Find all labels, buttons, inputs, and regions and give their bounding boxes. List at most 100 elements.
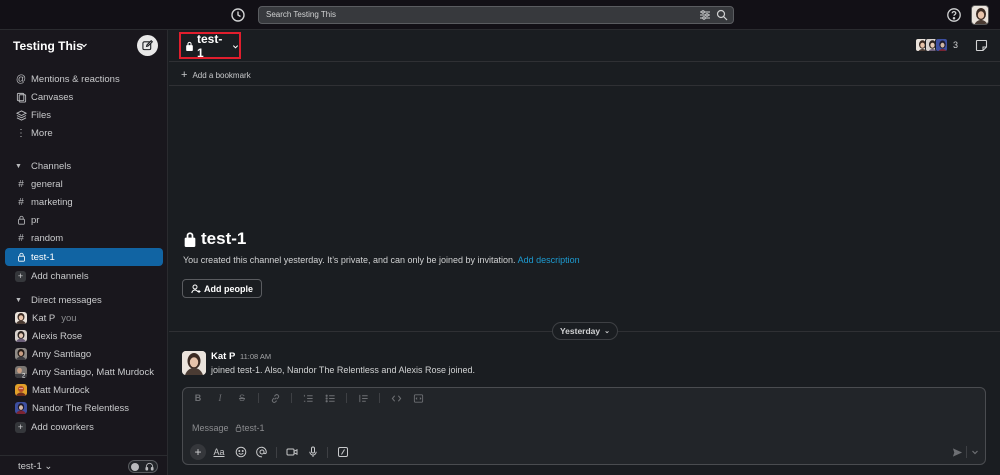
lock-icon (235, 424, 242, 434)
channel-name: marketing (31, 196, 73, 208)
add-channels-label: Add channels (31, 270, 89, 282)
footer-channel-switcher[interactable]: test-1 ⌄ (18, 461, 52, 472)
add-bookmark-button[interactable]: + Add a bookmark (181, 69, 251, 81)
channel-title-button[interactable]: test-1 (179, 31, 241, 60)
member-list-button[interactable]: 3 (915, 38, 958, 52)
add-description-link[interactable]: Add description (518, 255, 580, 265)
composer-tools: + Aa (190, 444, 357, 460)
sidebar-item-marketing[interactable]: # marketing (5, 193, 163, 211)
message-composer: B I S Message test-1 + Aa (182, 387, 986, 465)
code-block-icon[interactable] (412, 392, 424, 404)
composer-placeholder-channel: test-1 (242, 423, 265, 433)
message-author[interactable]: Kat P (211, 351, 235, 362)
avatar (15, 312, 27, 324)
add-people-label: Add people (204, 283, 253, 294)
bullet-list-icon[interactable] (324, 392, 336, 404)
sidebar-item-pr[interactable]: pr (5, 211, 163, 229)
channel-name: test-1 (31, 251, 55, 263)
dm-item-amy-santiago[interactable]: Amy Santiago (5, 345, 163, 363)
chevron-down-icon: ⌄ (44, 461, 53, 472)
bold-icon[interactable]: B (192, 392, 204, 404)
plus-icon: + (15, 421, 26, 433)
workspace-header[interactable]: Testing This (0, 30, 168, 62)
add-channels-button[interactable]: + Add channels (5, 267, 163, 285)
toggle-knob (131, 463, 139, 471)
at-icon: @ (15, 73, 27, 85)
canvas-icon[interactable] (975, 39, 988, 52)
send-icon[interactable] (952, 447, 963, 458)
sidebar-item-more[interactable]: ⋮ More (5, 124, 163, 142)
dm-item-nandor[interactable]: Nandor The Relentless (5, 399, 163, 417)
quote-icon[interactable] (357, 392, 369, 404)
mention-icon[interactable] (255, 446, 268, 459)
dm-item-group[interactable]: 2 Amy Santiago, Matt Murdock (5, 363, 163, 381)
channels-section-header[interactable]: ▼ Channels (5, 157, 163, 175)
avatar (15, 402, 27, 414)
dm-item-alexis-rose[interactable]: Alexis Rose (5, 327, 163, 345)
user-avatar[interactable] (971, 5, 989, 25)
strikethrough-icon[interactable]: S (236, 392, 248, 404)
composer-placeholder: Message (192, 423, 229, 433)
more-icon: ⋮ (16, 127, 26, 139)
sidebar-item-canvases[interactable]: Canvases (5, 88, 163, 106)
chevron-down-icon (80, 41, 88, 49)
dm-item-kat-p[interactable]: Kat P you (5, 309, 163, 327)
channel-title: test-1 (197, 31, 223, 60)
sidebar: Testing This @ Mentions & reactions Canv… (0, 30, 168, 475)
formatting-toolbar: B I S (183, 388, 985, 408)
emoji-icon[interactable] (234, 446, 247, 459)
channel-intro-text: You created this channel yesterday. It’s… (183, 255, 580, 265)
sidebar-item-random[interactable]: # random (5, 229, 163, 247)
hash-icon: # (18, 232, 24, 244)
lock-icon (185, 41, 194, 51)
divider (966, 446, 967, 458)
sidebar-item-test-1[interactable]: test-1 (5, 248, 163, 266)
microphone-icon[interactable] (306, 446, 319, 459)
search-filter-icon[interactable] (699, 9, 711, 21)
attach-plus-button[interactable]: + (190, 444, 206, 460)
message-avatar[interactable] (182, 351, 206, 375)
history-icon[interactable] (230, 7, 246, 23)
divider (327, 446, 328, 458)
channel-name: general (31, 178, 63, 190)
sidebar-item-files[interactable]: Files (5, 106, 163, 124)
dm-section-header[interactable]: ▼ Direct messages (5, 291, 163, 309)
channel-name: pr (31, 214, 40, 226)
chevron-down-icon[interactable] (971, 448, 979, 456)
avatar (15, 384, 27, 396)
date-label: Yesterday (559, 326, 601, 336)
search-bar[interactable]: Search Testing This (258, 6, 734, 24)
add-people-button[interactable]: Add people (182, 279, 262, 298)
workspace-name[interactable]: Testing This (13, 39, 83, 53)
ordered-list-icon[interactable] (302, 392, 314, 404)
top-bar: Search Testing This (0, 0, 1000, 30)
divider (379, 393, 380, 403)
help-icon[interactable] (946, 7, 962, 23)
add-coworkers-button[interactable]: + Add coworkers (5, 418, 163, 436)
bookmark-label: Add a bookmark (192, 70, 251, 80)
sidebar-item-label: More (31, 127, 53, 139)
channel-name: random (31, 232, 64, 244)
sidebar-item-label: Files (31, 109, 52, 121)
section-label: Direct messages (31, 294, 102, 306)
sidebar-item-mentions[interactable]: @ Mentions & reactions (5, 70, 163, 88)
slash-command-icon[interactable] (336, 446, 349, 459)
dm-item-matt-murdock[interactable]: Matt Murdock (5, 381, 163, 399)
code-icon[interactable] (390, 392, 402, 404)
dm-name: Nandor The Relentless (32, 402, 129, 414)
sidebar-item-general[interactable]: # general (5, 175, 163, 193)
date-divider-button[interactable]: Yesterday ⌄ (552, 322, 618, 340)
member-count: 3 (953, 40, 959, 50)
message-timestamp[interactable]: 11:08 AM (240, 352, 271, 361)
search-icon[interactable] (716, 9, 728, 21)
files-icon (15, 109, 27, 121)
message-input[interactable]: Message test-1 (192, 423, 265, 434)
divider (291, 393, 292, 403)
compose-button[interactable] (137, 35, 158, 56)
format-toggle-button[interactable]: Aa (212, 446, 226, 459)
link-icon[interactable] (269, 392, 281, 404)
video-icon[interactable] (285, 446, 298, 459)
huddle-toggle[interactable] (128, 460, 158, 473)
italic-icon[interactable]: I (214, 392, 226, 404)
intro-description: You created this channel yesterday. It’s… (183, 255, 516, 265)
